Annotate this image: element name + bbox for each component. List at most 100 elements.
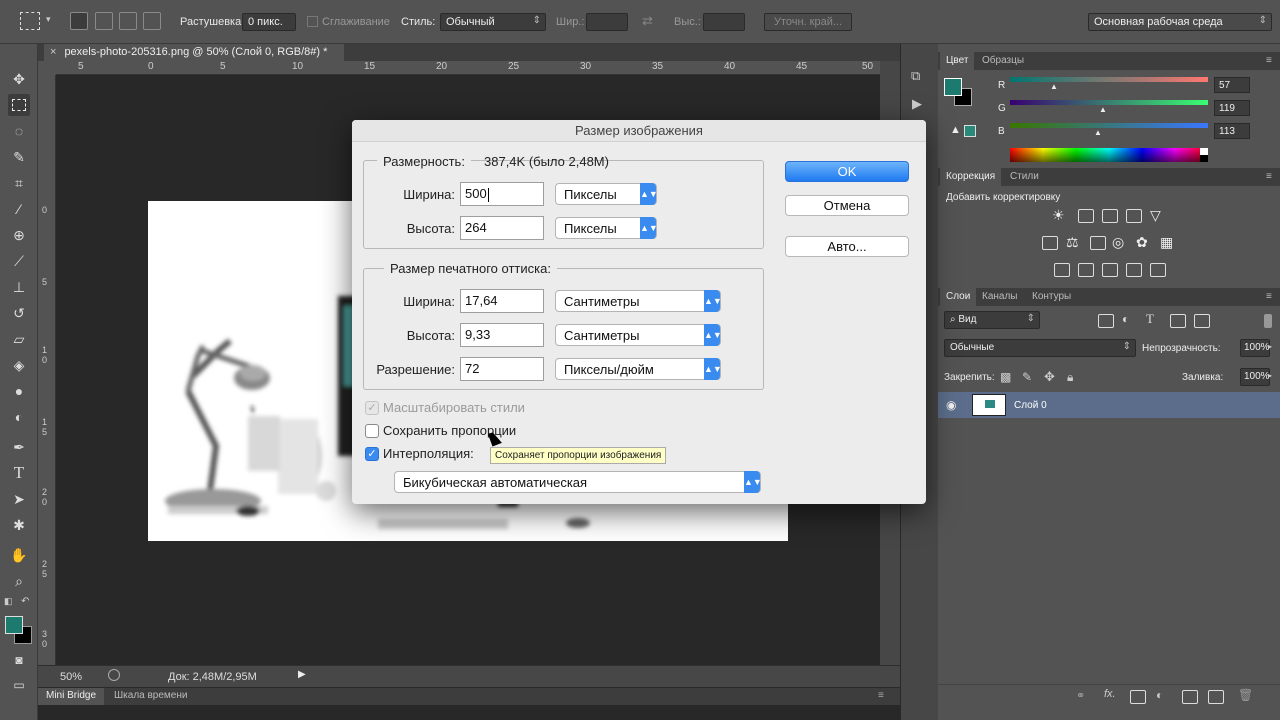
new-selection-icon[interactable] (70, 12, 88, 30)
layer-thumbnail[interactable] (972, 394, 1006, 416)
spectrum-black-swatch[interactable] (1200, 155, 1208, 162)
g-value-input[interactable]: 119 (1214, 100, 1250, 116)
pixel-height-input[interactable]: 264 (460, 216, 544, 240)
pixel-width-input[interactable]: 500 (460, 182, 544, 206)
type-tool-icon[interactable]: T (8, 462, 30, 484)
exposure-icon[interactable] (1126, 209, 1142, 223)
auto-button[interactable]: Авто... (785, 236, 909, 257)
status-menu-arrow-icon[interactable]: ▶ (298, 669, 306, 680)
photo-filter-icon[interactable]: ◎ (1112, 234, 1124, 251)
layer-visibility-eye-icon[interactable]: ◉ (946, 398, 956, 412)
vibrance-icon[interactable]: ▽ (1150, 207, 1161, 224)
new-layer-icon[interactable] (1208, 690, 1224, 704)
cancel-button[interactable]: Отмена (785, 195, 909, 216)
opacity-input[interactable]: 100% (1240, 339, 1270, 357)
color-lookup-icon[interactable]: ▦ (1160, 234, 1173, 251)
brightness-contrast-icon[interactable]: ☀ (1052, 207, 1065, 224)
blend-mode-select[interactable]: Обычные (944, 339, 1136, 357)
layer-filter-select[interactable]: ⌕ Вид (944, 311, 1040, 329)
resolution-unit-select[interactable]: Пикселы/дюйм ▲▼ (555, 358, 722, 380)
path-selection-tool-icon[interactable]: ➤ (8, 488, 30, 510)
fill-dropdown-icon[interactable]: ▸ (1268, 371, 1272, 380)
scale-styles-checkbox[interactable]: ✓ (365, 401, 379, 415)
swap-colors-icon[interactable]: ↶ (21, 596, 29, 607)
default-colors-icon[interactable]: ◧ (4, 596, 13, 607)
subtract-from-selection-icon[interactable] (119, 12, 137, 30)
crop-tool-icon[interactable]: ⌗ (8, 172, 30, 194)
tab-adjustments[interactable]: Коррекция (940, 168, 1002, 186)
panel-menu-icon[interactable]: ≡ (878, 690, 884, 701)
r-slider[interactable] (1010, 77, 1208, 82)
close-tab-icon[interactable]: × (50, 46, 56, 58)
opacity-dropdown-icon[interactable]: ▸ (1268, 342, 1272, 351)
zoom-tool-icon[interactable]: ⌕ (8, 570, 30, 592)
filter-type-layers-icon[interactable]: T (1146, 311, 1154, 327)
antialias-checkbox[interactable] (307, 16, 318, 27)
refine-edge-button[interactable]: Уточн. край... (764, 13, 852, 31)
r-value-input[interactable]: 57 (1214, 77, 1250, 93)
healing-brush-tool-icon[interactable]: ⊕ (8, 224, 30, 246)
filter-toggle-icon[interactable] (1264, 314, 1272, 328)
hand-tool-icon[interactable]: ✋ (8, 544, 30, 566)
posterize-icon[interactable] (1078, 263, 1094, 277)
color-panel-foreground-swatch[interactable] (944, 78, 962, 96)
constrain-proportions-checkbox[interactable] (365, 424, 379, 438)
clone-stamp-tool-icon[interactable]: ⊥ (8, 276, 30, 298)
lock-transparent-icon[interactable]: ▩ (1000, 370, 1011, 384)
paint-bucket-tool-icon[interactable]: ◈ (8, 354, 30, 376)
history-panel-icon[interactable]: ⧉ (911, 68, 927, 84)
height-input[interactable] (703, 13, 745, 31)
curves-icon[interactable] (1102, 209, 1118, 223)
eyedropper-tool-icon[interactable]: ⁄ (8, 198, 30, 220)
print-height-unit-select[interactable]: Сантиметры ▲▼ (555, 324, 722, 346)
channel-mixer-icon[interactable]: ✿ (1136, 234, 1148, 251)
actions-panel-icon[interactable]: ▶ (912, 96, 922, 112)
b-slider[interactable] (1010, 123, 1208, 128)
new-adjustment-layer-icon[interactable]: ◐ (1156, 688, 1163, 702)
ok-button[interactable]: OK (785, 161, 909, 182)
layer-style-fx-icon[interactable]: fx. (1104, 688, 1116, 700)
quick-selection-tool-icon[interactable]: ✎ (8, 146, 30, 168)
threshold-icon[interactable] (1102, 263, 1118, 277)
lock-position-icon[interactable]: ✥ (1044, 369, 1055, 385)
b-value-input[interactable]: 113 (1214, 123, 1250, 139)
swap-icon[interactable]: ⇄ (642, 13, 653, 29)
add-to-selection-icon[interactable] (95, 12, 113, 30)
tab-timeline[interactable]: Шкала времени (114, 690, 187, 701)
style-select[interactable]: Обычный (440, 13, 546, 31)
tab-color[interactable]: Цвет (940, 52, 975, 70)
color-spectrum-bar[interactable] (1010, 148, 1208, 162)
resample-method-select[interactable]: Бикубическая автоматическая ▲▼ (394, 471, 762, 493)
resample-checkbox[interactable]: ✓ (365, 447, 379, 461)
fill-input[interactable]: 100% (1240, 368, 1270, 386)
add-mask-icon[interactable] (1130, 690, 1146, 704)
print-height-input[interactable]: 9,33 (460, 323, 544, 347)
print-width-input[interactable]: 17,64 (460, 289, 544, 313)
move-tool-icon[interactable]: ✥ (8, 68, 30, 90)
b-slider-thumb-icon[interactable]: ▲ (1094, 128, 1102, 137)
status-share-icon[interactable] (108, 669, 120, 681)
lock-all-icon[interactable]: 🔒︎ (1067, 370, 1073, 385)
pixel-height-unit-select[interactable]: Пикселы ▲▼ (555, 217, 658, 239)
color-balance-icon[interactable]: ⚖ (1066, 234, 1079, 251)
g-slider[interactable] (1010, 100, 1208, 105)
g-slider-thumb-icon[interactable]: ▲ (1099, 105, 1107, 114)
dodge-tool-icon[interactable]: ◐ (8, 406, 30, 428)
marquee-tool-preset-icon[interactable] (20, 12, 40, 30)
screen-mode-icon[interactable]: ▭ (8, 674, 30, 696)
foreground-color-swatch[interactable] (5, 616, 23, 634)
tab-swatches[interactable]: Образцы (976, 52, 1030, 70)
lock-image-icon[interactable]: ✎ (1022, 370, 1032, 384)
selective-color-icon[interactable] (1126, 263, 1142, 277)
shape-tool-icon[interactable]: ✱ (8, 514, 30, 536)
invert-icon[interactable] (1054, 263, 1070, 277)
brush-tool-icon[interactable]: ⟋ (8, 250, 30, 272)
tab-mini-bridge[interactable]: Mini Bridge (38, 688, 105, 705)
eraser-tool-icon[interactable]: ▱ (8, 328, 30, 350)
zoom-level[interactable]: 50% (60, 671, 82, 683)
out-of-gamut-warning-icon[interactable]: ▲ (950, 124, 961, 136)
tab-paths[interactable]: Контуры (1026, 288, 1077, 306)
pixel-width-unit-select[interactable]: Пикселы ▲▼ (555, 183, 658, 205)
spectrum-white-swatch[interactable] (1200, 148, 1208, 155)
delete-layer-icon[interactable]: 🗑︎ (1238, 688, 1253, 702)
